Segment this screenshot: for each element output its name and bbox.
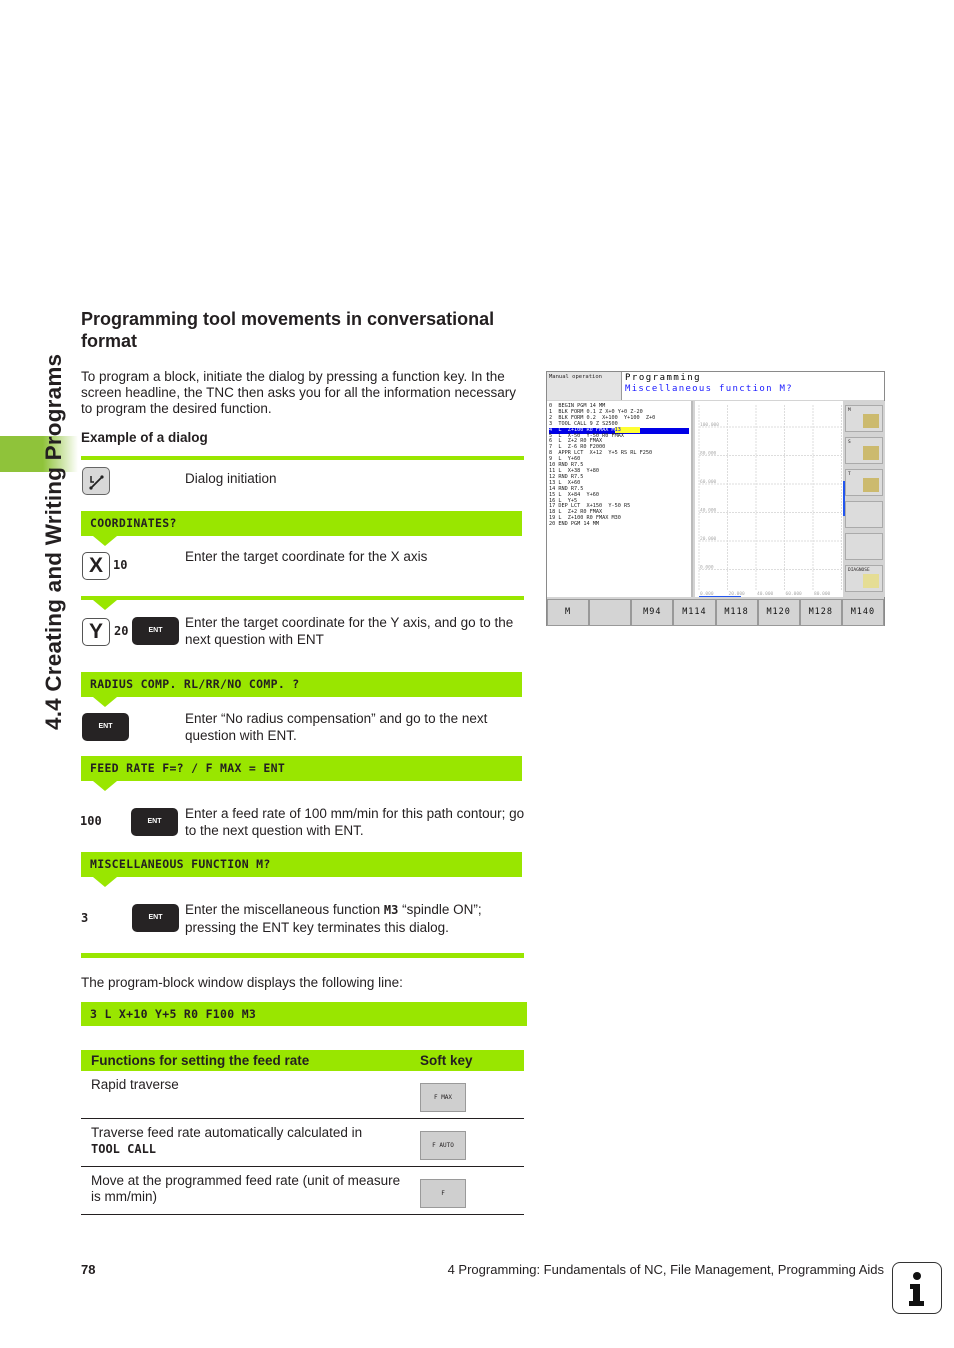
side-softkey-m[interactable]: M: [845, 405, 883, 432]
softkey-f-auto[interactable]: F AUTO: [420, 1131, 466, 1160]
tnc-header: Programming Miscellaneous function M?: [622, 372, 884, 400]
tnc-header-prompt: Miscellaneous function M?: [625, 384, 793, 394]
side-softkey-diagnose[interactable]: DIAGNOSE: [845, 565, 883, 592]
tnc-bottom-softkeys: M M94 M114 M118 M120 M128 M140: [547, 599, 884, 626]
input-cursor: 13: [614, 426, 640, 433]
x-value: 10: [113, 558, 128, 572]
tnc-mode-label: Manual operation: [547, 372, 622, 400]
misc-description: Enter the miscellaneous function M3 “spi…: [185, 901, 525, 936]
ent-key: ENT: [132, 904, 179, 932]
misc-value: 3: [81, 911, 89, 925]
divider: [81, 953, 524, 958]
y-value: 20: [114, 624, 129, 638]
softkey-f[interactable]: F: [420, 1179, 466, 1208]
prompt-arrow: [93, 697, 117, 707]
radius-description: Enter “No radius compensation” and go to…: [185, 711, 488, 743]
misc-desc-pre: Enter the miscellaneous function: [185, 902, 384, 917]
table-row: Traverse feed rate automatically calcula…: [81, 1118, 524, 1167]
chapter-footer-title: 4 Programming: Fundamentals of NC, File …: [447, 1262, 884, 1277]
y-tick-label: 100.000: [700, 422, 719, 428]
softkey-graphic-icon: [863, 446, 879, 460]
prompt-arrow: [93, 781, 117, 791]
chapter-side-title-text: 4.4 Creating and Writing Programs: [41, 353, 66, 730]
prompt-arrow: [93, 536, 117, 546]
tnc-header-title: Programming: [625, 373, 702, 383]
tnc-graphics-window: 100.000 80.000 60.000 40.000 20.000 0.000 0.00…: [695, 401, 843, 598]
softkey-f-max[interactable]: F MAX: [420, 1083, 466, 1112]
section-title: Programming tool movements in conversati…: [81, 309, 495, 351]
info-icon: [892, 1262, 942, 1314]
bottom-softkey-m94[interactable]: M94: [631, 599, 674, 626]
x-tick-label: 80.000: [814, 591, 831, 597]
softkey-graphic-icon: [863, 414, 879, 428]
divider: [81, 456, 524, 460]
ent-key: ENT: [132, 617, 179, 645]
table-cell-function: Traverse feed rate automatically calcula…: [81, 1118, 410, 1167]
graph-grid: 100.00080.00060.00040.00020.0000.0000.00…: [698, 405, 842, 598]
tnc-side-softkeys: M S T DIAGNOSE: [843, 401, 885, 597]
misc-desc-code: M3: [383, 903, 399, 917]
scroll-indicator: [699, 596, 741, 598]
side-softkey-empty[interactable]: [845, 533, 883, 560]
result-program-line: 3 L X+10 Y+5 R0 F100 M3: [81, 1002, 527, 1026]
prompt-arrow: [93, 877, 117, 887]
program-line[interactable]: 20 END PGM 14 MM: [549, 521, 689, 528]
divider: [81, 596, 524, 600]
table-cell-function: Move at the programmed feed rate (unit o…: [81, 1166, 410, 1215]
result-intro: The program-block window displays the fo…: [81, 975, 403, 990]
table-cell-function: Rapid traverse: [81, 1071, 410, 1119]
side-softkey-s[interactable]: S: [845, 437, 883, 464]
feed-value: 100: [80, 814, 102, 828]
y-tick-label: 20.000: [700, 536, 717, 542]
y-tick-label: 60.000: [700, 479, 717, 485]
page-number: 78: [81, 1262, 96, 1277]
bottom-softkey-m118[interactable]: M118: [715, 599, 758, 626]
chapter-side-title: 4.4 Creating and Writing Programs: [41, 310, 71, 730]
x-tick-label: 60.000: [786, 591, 803, 597]
row-text: Traverse feed rate automatically calcula…: [91, 1125, 363, 1140]
table-row: Move at the programmed feed rate (unit o…: [81, 1166, 524, 1215]
prompt-radius: RADIUS COMP. RL/RR/NO COMP. ?: [81, 672, 522, 697]
table-header-row: Functions for setting the feed rate Soft…: [81, 1050, 524, 1071]
bottom-softkey-m128[interactable]: M128: [799, 599, 842, 626]
side-softkey-empty[interactable]: [845, 501, 883, 528]
softkey-graphic-icon: [863, 574, 879, 588]
y-axis-key: Y: [82, 618, 110, 646]
y-description: Enter the target coordinate for the Y ax…: [185, 615, 514, 647]
dialog-initiation-text: Dialog initiation: [185, 471, 277, 486]
intro-paragraph: To program a block, initiate the dialog …: [81, 369, 516, 416]
bottom-softkey-m[interactable]: M: [547, 599, 590, 626]
feed-description: Enter a feed rate of 100 mm/min for this…: [185, 806, 525, 838]
table-header-function: Functions for setting the feed rate: [81, 1050, 410, 1071]
tnc-program-listing: 0 BEGIN PGM 14 MM 1 BLK FORM 0.1 Z X+0 Y+…: [547, 401, 693, 597]
tnc-screenshot: Manual operation Programming Miscellaneo…: [546, 371, 885, 626]
side-softkey-t[interactable]: T: [845, 469, 883, 496]
prompt-misc-function: MISCELLANEOUS FUNCTION M?: [81, 852, 522, 877]
bottom-softkey-empty[interactable]: [589, 599, 632, 626]
x-tick-label: 40.000: [757, 591, 774, 597]
y-tick-label: 0.000: [700, 565, 714, 571]
x-axis-key: X: [82, 552, 110, 580]
prompt-arrow: [93, 600, 117, 610]
bottom-softkey-m140[interactable]: M140: [841, 599, 884, 626]
bottom-softkey-m120[interactable]: M120: [757, 599, 800, 626]
feed-rate-table: Functions for setting the feed rate Soft…: [81, 1050, 524, 1215]
softkey-graphic-icon: [863, 478, 879, 492]
ent-key: ENT: [131, 808, 178, 836]
ent-key: ENT: [82, 713, 129, 741]
bottom-softkey-m114[interactable]: M114: [673, 599, 716, 626]
prompt-feed-rate: FEED RATE F=? / F MAX = ENT: [81, 756, 522, 781]
row-code: TOOL CALL: [91, 1142, 157, 1156]
line-key-icon: [82, 467, 110, 495]
y-tick-label: 80.000: [700, 451, 717, 457]
table-row: Rapid traverse F MAX: [81, 1071, 524, 1119]
table-header-softkey: Soft key: [410, 1050, 524, 1071]
prompt-coordinates: COORDINATES?: [81, 511, 522, 536]
example-heading: Example of a dialog: [81, 430, 208, 445]
y-tick-label: 40.000: [700, 508, 717, 514]
x-description: Enter the target coordinate for the X ax…: [185, 549, 428, 564]
